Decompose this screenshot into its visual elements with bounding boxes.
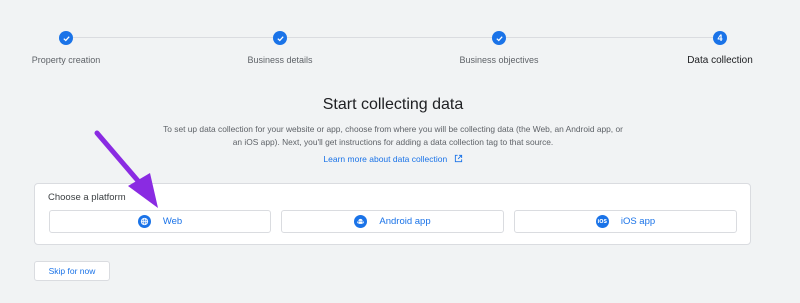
step-connector	[506, 37, 713, 38]
android-button-label: Android app	[379, 216, 431, 227]
ios-button-label: iOS app	[620, 216, 656, 227]
step-3-check-icon	[492, 31, 506, 45]
learn-more-link[interactable]: Learn more about data collection	[0, 154, 786, 164]
external-link-icon	[454, 154, 462, 163]
android-platform-button[interactable]: Android app	[281, 210, 504, 233]
skip-for-now-button[interactable]: Skip for now	[34, 261, 110, 281]
step-connector	[73, 37, 273, 38]
step-label-data-collection: Data collection	[687, 55, 753, 66]
step-label-business-objectives: Business objectives	[459, 55, 539, 65]
page-title: Start collecting data	[322, 96, 464, 113]
card-title: Choose a platform	[48, 192, 126, 203]
page-description: To set up data collection for your websi…	[163, 124, 623, 147]
step-label-business-details: Business details	[247, 55, 313, 65]
step-label-property-creation: Property creation	[31, 55, 101, 65]
ios-icon: iOS	[595, 215, 609, 228]
step-1-check-icon	[59, 31, 73, 45]
step-2-check-icon	[273, 31, 287, 45]
step-connector	[287, 37, 492, 38]
learn-more-label: Learn more about data collection	[323, 154, 448, 164]
globe-icon	[137, 215, 151, 228]
platform-card: Choose a platform Web Android app iOS iO…	[34, 183, 751, 245]
web-button-label: Web	[162, 216, 183, 227]
setup-stepper: 4 Property creation Business details Bus…	[0, 0, 800, 80]
ios-platform-button[interactable]: iOS iOS app	[514, 210, 737, 233]
android-icon	[354, 215, 368, 228]
web-platform-button[interactable]: Web	[49, 210, 271, 233]
step-4-number: 4	[713, 31, 727, 45]
